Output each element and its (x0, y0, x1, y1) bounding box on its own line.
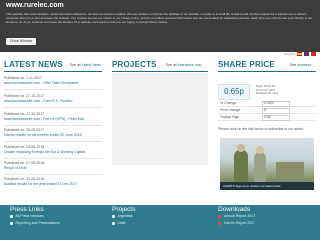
news-link[interactable]: www.businesswire.com - Form 8 (OPD) - Pe… (4, 117, 102, 122)
news-separator (4, 141, 102, 142)
footer-link[interactable]: Annual Report 2017 (218, 213, 316, 220)
footer-link-label[interactable]: Chile (118, 220, 126, 227)
projects-map-placeholder[interactable] (112, 73, 208, 165)
latest-news-heading: LATEST NEWS (4, 60, 63, 69)
price-row: % Change 0.00% (218, 100, 316, 107)
sub-header: Español (0, 52, 320, 59)
news-item[interactable]: Published on: 24-09-2016 Update regardin… (4, 145, 102, 159)
person-figure (254, 152, 266, 182)
bullet-icon (10, 215, 13, 218)
see-all-news-link[interactable]: See all Latest News (70, 63, 101, 67)
footer-downloads: Downloads Annual Report 2017 Interim Rep… (218, 206, 316, 227)
price-row-value: 0.65 (264, 115, 271, 119)
news-link[interactable]: Result of AGM (4, 166, 102, 171)
machinery (276, 162, 304, 178)
footer-link-label[interactable]: Reporting and Presentations (16, 220, 60, 227)
price-row-label: Price change (220, 108, 241, 112)
share-price-heading: SHARE PRICE (218, 60, 275, 69)
interactive-map-label[interactable]: Interactive map (178, 63, 202, 67)
see-all-projects-link[interactable]: See all Interactive map (166, 63, 202, 67)
see-all-prefix: See all (70, 63, 82, 67)
spain-flag-icon[interactable] (297, 52, 302, 56)
person-head (256, 146, 264, 154)
price-row: Price change 0 (218, 107, 316, 114)
share-price-value: 0.65p (218, 84, 250, 100)
cookie-message: This website, like most websites, works … (6, 12, 312, 25)
bullet-icon (10, 222, 13, 225)
news-separator (4, 158, 102, 159)
footer-link[interactable]: Chile (112, 220, 210, 227)
site-name[interactable]: www.rurelec.com (6, 2, 64, 9)
pdf-icon (218, 221, 221, 226)
footer-link[interactable]: Argentina (112, 213, 210, 220)
news-separator (4, 125, 102, 126)
projects-divider (112, 71, 208, 72)
news-item[interactable]: Published on: 28-09-2017 Interim results… (4, 128, 102, 142)
share-price-table: % Change 0.00% Price change 0 Todays Hig… (218, 100, 316, 121)
news-link[interactable]: Audited results for the year ended 31 De… (4, 182, 102, 187)
projects-heading: PROJECTS (112, 60, 157, 69)
uk-flag-icon[interactable] (304, 52, 309, 56)
person-figure (234, 150, 248, 182)
news-separator (4, 89, 102, 90)
subscribe-instructions: Please click on the link below to subscr… (218, 127, 304, 131)
bullet-icon (112, 215, 115, 218)
news-link[interactable]: Update regarding Energia del Sur & Worki… (4, 150, 102, 155)
footer-link-label[interactable]: Interim Report 2017 (224, 220, 255, 227)
bullet-icon (112, 222, 115, 225)
news-separator (4, 174, 102, 175)
date-line: Delayed 20 mins (256, 91, 279, 96)
close-window-button[interactable]: Close Window (6, 38, 36, 45)
price-row-value: 0.00% (264, 101, 274, 105)
news-separator (4, 107, 102, 108)
news-divider (4, 71, 102, 72)
see-all-prefix: See all (166, 63, 178, 67)
investors-label[interactable]: Investors (297, 63, 311, 67)
see-all-news-label[interactable]: Latest News (82, 63, 101, 67)
language-selector: Español (284, 52, 316, 56)
news-link[interactable]: Interim results for six months ended 30 … (4, 133, 102, 138)
see-investors-link[interactable]: See Investors (290, 63, 311, 67)
news-item[interactable]: Published on: 27-10-2017 www.businesswir… (4, 94, 102, 108)
footer-link[interactable]: Interim Report 2017 (218, 220, 316, 227)
news-item[interactable]: Published on: 17-10-2017 www.businesswir… (4, 112, 102, 126)
price-row-label: Todays High (220, 115, 240, 119)
pdf-icon (218, 214, 221, 219)
cookie-banner: www.rurelec.com This website, like most … (0, 0, 320, 52)
footer-link-label[interactable]: Argentina (118, 213, 133, 220)
price-row: Todays High 0.65 (218, 114, 316, 121)
flag-icon[interactable] (311, 52, 316, 56)
news-item[interactable]: Published on: 7-11-2017 www.businesswire… (4, 76, 102, 90)
news-link[interactable]: www.businesswire.com - Form 8.3 - Rurele… (4, 99, 102, 104)
share-price-divider (218, 71, 316, 72)
news-item[interactable]: Published on: 01-08-2016 Audited results… (4, 177, 102, 191)
footer-link[interactable]: All Press releases (10, 213, 108, 220)
language-label[interactable]: Español (284, 52, 295, 56)
footer-link-label[interactable]: Annual Report 2017 (224, 213, 255, 220)
footer-link[interactable]: Reporting and Presentations (10, 220, 108, 227)
share-price-date: Date: 2016-10 19:17:01 GMT Delayed 20 mi… (256, 84, 279, 96)
alerts-banner[interactable]: ALERTS Sign up to receive our latest new… (220, 138, 314, 190)
footer-press-links: Press Links All Press releases Reporting… (10, 206, 108, 227)
footer-projects: Projects Argentina Chile (112, 206, 210, 227)
downloads-title: Downloads (218, 206, 251, 213)
footer-link-label[interactable]: All Press releases (16, 213, 44, 220)
alerts-caption[interactable]: ALERTS Sign up to receive our latest new… (220, 182, 314, 190)
news-item[interactable]: Published on: 27-08-2016 Result of AGM (4, 161, 102, 175)
footer-projects-title: Projects (112, 206, 136, 213)
price-row-label: % Change (220, 101, 237, 105)
news-link[interactable]: www.businesswire.com - Offer Talks Termi… (4, 81, 102, 86)
person-head (237, 144, 245, 152)
press-links-title: Press Links (10, 206, 44, 213)
price-row-value: 0 (264, 108, 266, 112)
